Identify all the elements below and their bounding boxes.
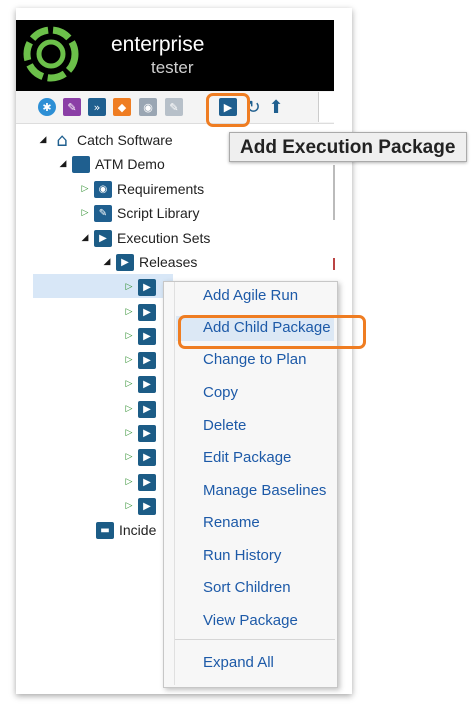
tree-node-script-library[interactable]: ▷ ✎ Script Library xyxy=(80,202,199,224)
menu-item-edit-package[interactable]: Edit Package xyxy=(203,449,291,466)
requirement-icon[interactable]: ✱ xyxy=(38,98,56,116)
package-icon: ▶ xyxy=(138,375,156,393)
tree-node-package[interactable]: ▷ ▶ xyxy=(124,495,161,517)
menu-icon-gutter-divider xyxy=(174,282,175,685)
menu-item-expand-all[interactable]: Expand All xyxy=(203,654,274,671)
tree-node-package[interactable]: ▷ ▶ xyxy=(124,301,161,323)
bug-icon[interactable]: ◆ xyxy=(113,98,131,116)
right-panel-divider xyxy=(333,165,335,220)
package-icon: ▶ xyxy=(138,303,156,321)
tooltip-add-execution-package: Add Execution Package xyxy=(229,132,467,162)
logo-text-tester: tester xyxy=(151,58,194,77)
menu-item-sort-children[interactable]: Sort Children xyxy=(203,579,291,596)
expand-triangle-icon[interactable]: ◢ xyxy=(80,233,90,243)
toolbar-highlight-box xyxy=(206,93,250,127)
camera-icon[interactable]: ◉ xyxy=(139,98,157,116)
collapsed-triangle-icon[interactable]: ▷ xyxy=(124,404,134,414)
tree-node-package[interactable]: ▷ ▶ xyxy=(124,446,161,468)
menu-item-run-history[interactable]: Run History xyxy=(203,547,281,564)
collapsed-triangle-icon[interactable]: ▷ xyxy=(80,184,90,194)
menu-item-delete[interactable]: Delete xyxy=(203,417,246,434)
tree-node-package[interactable]: ▷ ▶ xyxy=(124,373,161,395)
tree-label-incidents: Incide xyxy=(119,522,157,538)
package-icon: ▶ xyxy=(138,424,156,442)
tree-node-package[interactable]: ▷ ▶ xyxy=(124,471,161,493)
app-header-logo: enterprise tester xyxy=(16,20,334,91)
expand-triangle-icon[interactable]: ◢ xyxy=(38,135,48,145)
tree-node-requirements[interactable]: ▷ ◉ Requirements xyxy=(80,178,204,200)
collapsed-triangle-icon[interactable]: ▷ xyxy=(124,355,134,365)
tree-node-releases[interactable]: ◢ ▶ Releases xyxy=(102,251,197,273)
tree-node-incidents[interactable]: ▬ Incide xyxy=(96,519,156,541)
menu-item-change-to-plan[interactable]: Change to Plan xyxy=(203,351,306,368)
tree-node-root[interactable]: ◢ ⌂ Catch Software xyxy=(38,129,173,151)
package-icon: ▶ xyxy=(138,327,156,345)
package-icon: ▶ xyxy=(138,278,156,296)
tree-node-package[interactable]: ▷ ▶ xyxy=(124,398,161,420)
home-icon: ⌂ xyxy=(56,129,68,151)
tree-node-package[interactable]: ▷ ▶ xyxy=(124,276,161,298)
collapsed-triangle-icon[interactable]: ▷ xyxy=(80,208,90,218)
toolbar: ✱ ✎ » ◆ ◉ ✎ ▶ ↻ ⬆ xyxy=(16,91,334,124)
tree-node-execution-sets[interactable]: ◢ ▶ Execution Sets xyxy=(80,227,210,249)
menu-item-rename[interactable]: Rename xyxy=(203,514,260,531)
package-icon: ▶ xyxy=(138,351,156,369)
collapsed-triangle-icon[interactable]: ▷ xyxy=(124,307,134,317)
logo-text-enterprise: enterprise xyxy=(111,33,205,56)
tree-label-root: Catch Software xyxy=(77,132,173,148)
menu-item-copy[interactable]: Copy xyxy=(203,384,238,401)
package-icon: ▶ xyxy=(138,400,156,418)
upload-arrow-icon[interactable]: ⬆ xyxy=(267,97,285,118)
right-panel-marker xyxy=(333,258,335,270)
tree-label-script-library: Script Library xyxy=(117,205,200,221)
menu-item-add-agile-run[interactable]: Add Agile Run xyxy=(203,287,298,304)
package-icon: ▶ xyxy=(138,497,156,515)
expand-triangle-icon[interactable]: ◢ xyxy=(58,159,68,169)
expand-triangle-icon[interactable]: ◢ xyxy=(102,257,112,267)
menu-highlight-box xyxy=(178,315,366,349)
package-icon: ▶ xyxy=(138,473,156,491)
tree-label-requirements: Requirements xyxy=(117,181,205,197)
releases-folder-icon: ▶ xyxy=(116,253,134,271)
pencil-icon[interactable]: ✎ xyxy=(165,98,183,116)
menu-separator xyxy=(175,639,335,640)
execution-sets-folder-icon: ▶ xyxy=(94,229,112,247)
script-icon[interactable]: ✎ xyxy=(63,98,81,116)
tree-label-project: ATM Demo xyxy=(95,156,165,172)
fast-forward-icon[interactable]: » xyxy=(88,98,106,116)
collapsed-triangle-icon[interactable]: ▷ xyxy=(124,452,134,462)
tree-label-releases: Releases xyxy=(139,254,198,270)
collapsed-triangle-icon[interactable]: ▷ xyxy=(124,379,134,389)
tree-node-project[interactable]: ◢ ATM Demo xyxy=(58,153,165,175)
menu-item-view-package[interactable]: View Package xyxy=(203,612,298,629)
project-icon xyxy=(72,155,90,173)
tree-label-execution-sets: Execution Sets xyxy=(117,230,211,246)
collapsed-triangle-icon[interactable]: ▷ xyxy=(124,282,134,292)
collapsed-triangle-icon[interactable]: ▷ xyxy=(124,477,134,487)
package-icon: ▶ xyxy=(138,448,156,466)
tree-node-package[interactable]: ▷ ▶ xyxy=(124,422,161,444)
collapsed-triangle-icon[interactable]: ▷ xyxy=(124,428,134,438)
collapsed-triangle-icon[interactable]: ▷ xyxy=(124,501,134,511)
tree-node-package[interactable]: ▷ ▶ xyxy=(124,349,161,371)
menu-item-manage-baselines[interactable]: Manage Baselines xyxy=(203,482,326,499)
tree-node-package[interactable]: ▷ ▶ xyxy=(124,325,161,347)
collapsed-triangle-icon[interactable]: ▷ xyxy=(124,331,134,341)
script-library-folder-icon: ✎ xyxy=(94,204,112,222)
incidents-folder-icon: ▬ xyxy=(96,521,114,539)
right-panel-edge xyxy=(318,92,335,122)
enterprise-tester-logo-icon xyxy=(23,26,79,82)
requirements-folder-icon: ◉ xyxy=(94,180,112,198)
